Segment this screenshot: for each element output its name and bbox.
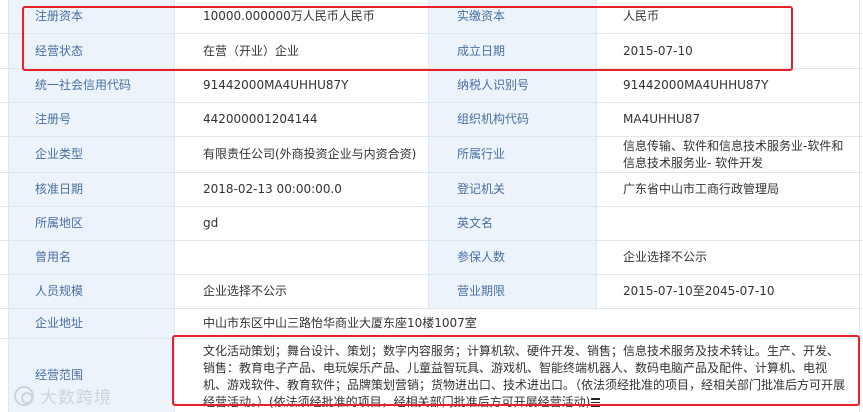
watermark-text: 大数跨境 xyxy=(40,388,112,408)
label-company-address: 企业地址 xyxy=(8,309,175,338)
label-approval-date: 核准日期 xyxy=(8,173,175,206)
table-row: 核准日期 2018-02-13 00:00:00.0 登记机关 广东省中山市工商… xyxy=(0,173,863,207)
menu-icon xyxy=(591,398,601,407)
label-registration-number: 注册号 xyxy=(8,103,175,136)
value-org-code: MA4UHHU87 xyxy=(597,103,860,136)
value-registered-capital: 10000.000000万人民币人民币 xyxy=(175,0,429,33)
label-registered-capital: 注册资本 xyxy=(8,0,175,33)
value-industry: 信息传输、软件和信息技术服务业-软件和信息技术服务业- 软件开发 xyxy=(597,137,860,172)
value-company-type: 有限责任公司(外商投资企业与内资合资) xyxy=(175,137,429,172)
value-taxpayer-id: 91442000MA4UHHU87Y xyxy=(597,69,860,102)
label-business-term: 营业期限 xyxy=(429,275,597,308)
watermark-logo-icon xyxy=(14,385,34,406)
value-region: gd xyxy=(175,207,429,240)
value-company-address: 中山市东区中山三路怡华商业大厦东座10楼1007室 xyxy=(175,309,860,338)
label-region: 所属地区 xyxy=(8,207,175,240)
table-row: 统一社会信用代码 91442000MA4UHHU87Y 纳税人识别号 91442… xyxy=(0,69,863,103)
value-registration-authority: 广东省中山市工商行政管理局 xyxy=(597,173,860,206)
label-english-name: 英文名 xyxy=(429,207,597,240)
table-row: 注册资本 10000.000000万人民币人民币 实缴资本 人民币 xyxy=(0,0,863,34)
table-row: 注册号 442000001204144 组织机构代码 MA4UHHU87 xyxy=(0,103,863,137)
label-registration-authority: 登记机关 xyxy=(429,173,597,206)
value-english-name xyxy=(597,207,860,240)
label-establish-date: 成立日期 xyxy=(429,34,597,68)
label-industry: 所属行业 xyxy=(429,137,597,172)
table-row: 经营范围 文化活动策划；舞台设计、策划；数字内容服务；计算机软、硬件开发、销售；… xyxy=(0,339,863,412)
label-paid-in-capital: 实缴资本 xyxy=(429,0,597,33)
label-former-name: 曾用名 xyxy=(8,241,175,274)
table-row: 人员规模 企业选择不公示 营业期限 2015-07-10至2045-07-10 xyxy=(0,275,863,309)
value-establish-date: 2015-07-10 xyxy=(597,34,860,68)
label-company-type: 企业类型 xyxy=(8,137,175,172)
table-row: 企业类型 有限责任公司(外商投资企业与内资合资) 所属行业 信息传输、软件和信息… xyxy=(0,137,863,173)
table-row: 企业地址 中山市东区中山三路怡华商业大厦东座10楼1007室 xyxy=(0,309,863,339)
value-business-scope-cell: 文化活动策划；舞台设计、策划；数字内容服务；计算机软、硬件开发、销售；信息技术服… xyxy=(175,339,860,412)
table-row: 曾用名 参保人数 企业选择不公示 xyxy=(0,241,863,275)
label-taxpayer-id: 纳税人识别号 xyxy=(429,69,597,102)
value-insured-count: 企业选择不公示 xyxy=(597,241,860,274)
table-row: 经营状态 在营（开业）企业 成立日期 2015-07-10 xyxy=(0,34,863,69)
value-business-status: 在营（开业）企业 xyxy=(175,34,429,68)
table-row: 所属地区 gd 英文名 xyxy=(0,207,863,241)
label-business-status: 经营状态 xyxy=(8,34,175,68)
watermark: 大数跨境 xyxy=(14,383,112,408)
value-credit-code: 91442000MA4UHHU87Y xyxy=(175,69,429,102)
value-business-scope: 文化活动策划；舞台设计、策划；数字内容服务；计算机软、硬件开发、销售；信息技术服… xyxy=(203,344,846,409)
label-staff-size: 人员规模 xyxy=(8,275,175,308)
value-business-term: 2015-07-10至2045-07-10 xyxy=(597,275,860,308)
label-org-code: 组织机构代码 xyxy=(429,103,597,136)
value-registration-number: 442000001204144 xyxy=(175,103,429,136)
value-staff-size: 企业选择不公示 xyxy=(175,275,429,308)
value-former-name xyxy=(175,241,429,274)
value-approval-date: 2018-02-13 00:00:00.0 xyxy=(175,173,429,206)
value-paid-in-capital: 人民币 xyxy=(597,0,860,33)
label-insured-count: 参保人数 xyxy=(429,241,597,274)
label-credit-code: 统一社会信用代码 xyxy=(8,69,175,102)
